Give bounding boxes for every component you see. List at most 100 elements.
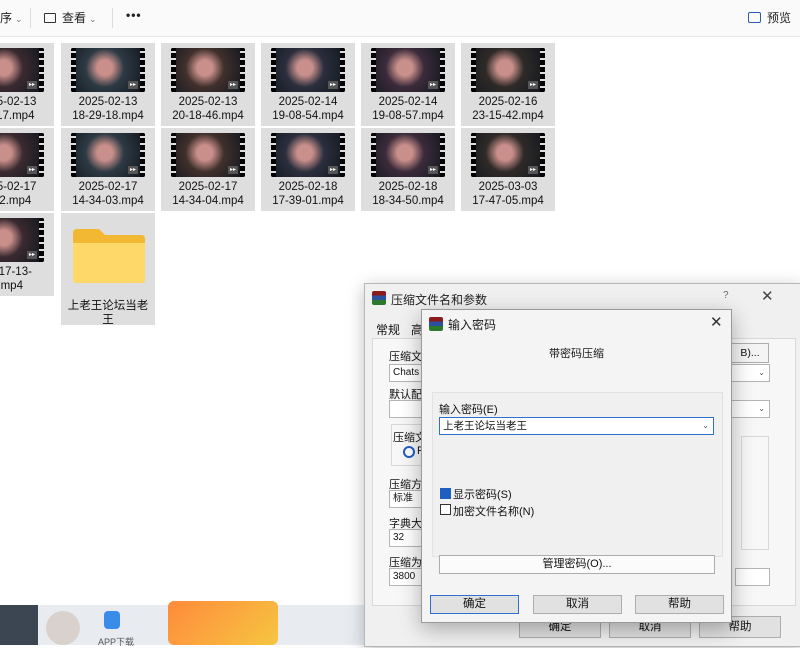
video-file-item[interactable]: ▸▸ 2025-02-17 14-34-03.mp4 xyxy=(61,128,155,211)
video-badge-icon: ▸▸ xyxy=(26,251,37,259)
manage-passwords-button[interactable]: 管理密码(O)... xyxy=(439,555,715,574)
preview-label: 预览 xyxy=(767,11,792,25)
gift-box-icon[interactable] xyxy=(168,601,278,645)
file-name: 上老王论坛当老 王 xyxy=(67,300,149,326)
tab-general[interactable]: 常规 xyxy=(376,321,400,338)
browse-button[interactable]: B)... xyxy=(731,343,769,363)
sort-button[interactable]: 序 ⌄ xyxy=(0,9,23,26)
file-name: 2025-02-14 19-08-57.mp4 xyxy=(372,96,444,122)
film-strip-icon xyxy=(240,133,245,177)
method-select[interactable]: 标准 xyxy=(389,490,424,508)
view-icon xyxy=(44,13,56,23)
dialog-title: 压缩文件名和参数 xyxy=(391,293,488,307)
chevron-down-icon: ⌄ xyxy=(758,368,765,377)
sort-label: 序 xyxy=(0,11,13,25)
video-file-item[interactable]: ▸▸ 2025-02-14 19-08-54.mp4 xyxy=(261,43,355,126)
file-name: 2025-02-13 20-18-46.mp4 xyxy=(172,96,244,122)
video-thumbnail: ▸▸ xyxy=(471,133,545,177)
video-thumbnail: ▸▸ xyxy=(471,48,545,92)
video-badge-icon: ▸▸ xyxy=(127,81,138,89)
password-label: 输入密码(E) xyxy=(439,404,498,416)
chevron-down-icon: ⌄ xyxy=(758,404,765,413)
video-badge-icon: ▸▸ xyxy=(427,166,438,174)
folder-item[interactable]: 上老王论坛当老 王 xyxy=(61,213,155,326)
update-mode-select[interactable]: ⌄ xyxy=(731,364,770,382)
show-password-label: 显示密码(S) xyxy=(453,489,512,501)
video-thumbnail: ▸▸ xyxy=(371,48,445,92)
close-icon[interactable]: ✕ xyxy=(761,287,774,305)
video-thumbnail: ▸▸ xyxy=(371,133,445,177)
file-name: 2025-02-14 19-08-54.mp4 xyxy=(272,96,344,122)
film-strip-icon xyxy=(39,48,44,92)
file-name: 2025-02-18 18-34-50.mp4 xyxy=(372,181,444,207)
format-radio[interactable] xyxy=(403,446,415,458)
file-name: 2025-02-17 4-02.mp4 xyxy=(0,181,37,207)
video-badge-icon: ▸▸ xyxy=(227,166,238,174)
video-thumbnail: ▸▸ xyxy=(71,48,145,92)
chevron-down-icon: ⌄ xyxy=(702,421,709,430)
winrar-icon xyxy=(429,317,443,331)
app-download-label: APP下载 xyxy=(98,637,135,647)
video-file-item[interactable]: ▸▸ 2025-03-03 17-47-05.mp4 xyxy=(461,128,555,211)
video-thumbnail: ▸▸ xyxy=(171,133,245,177)
film-strip-icon xyxy=(440,133,445,177)
video-thumbnail: ▸▸ xyxy=(271,133,345,177)
help-icon[interactable]: ? xyxy=(723,290,729,301)
file-name: 2025-03-03 17-47-05.mp4 xyxy=(472,181,544,207)
file-name: 2025-02-13 18-29-18.mp4 xyxy=(72,96,144,122)
film-strip-icon xyxy=(140,133,145,177)
cancel-button[interactable]: 取消 xyxy=(533,595,622,614)
video-file-item[interactable]: ▸▸ 2025-02-13 18-29-18.mp4 xyxy=(61,43,155,126)
file-name: 2025-02-13 19-17.mp4 xyxy=(0,96,37,122)
preview-button[interactable]: 预览 xyxy=(748,9,791,26)
encrypt-names-checkbox[interactable] xyxy=(440,504,451,515)
close-icon[interactable]: ✕ xyxy=(710,313,723,331)
ok-button[interactable]: 确定 xyxy=(430,595,519,614)
video-thumbnail: ▸▸ xyxy=(271,48,345,92)
dialog-title: 输入密码 xyxy=(448,318,497,332)
password-value: 上老王论坛当老王 xyxy=(443,420,527,432)
video-file-item[interactable]: ▸▸ 2025-02-18 17-39-01.mp4 xyxy=(261,128,355,211)
password-input[interactable]: 上老王论坛当老王 ⌄ xyxy=(439,417,714,435)
video-file-item[interactable]: ▸▸ 2025-02-14 19-08-57.mp4 xyxy=(361,43,455,126)
chevron-down-icon: ⌄ xyxy=(89,14,97,24)
film-strip-icon xyxy=(240,48,245,92)
video-file-item[interactable]: ▸▸ 2025-02-18 18-34-50.mp4 xyxy=(361,128,455,211)
show-password-checkbox[interactable] xyxy=(440,488,451,499)
video-thumbnail: ▸▸ xyxy=(171,48,245,92)
encrypt-names-label: 加密文件名称(N) xyxy=(453,506,535,518)
film-strip-icon xyxy=(39,133,44,177)
video-file-item[interactable]: ▸▸ 2025-02-13 20-18-46.mp4 xyxy=(161,43,255,126)
set-password-field[interactable] xyxy=(735,568,770,586)
archive-name-label: 压缩文 xyxy=(389,351,422,363)
film-strip-icon xyxy=(540,133,545,177)
dictionary-size-select[interactable]: 32 xyxy=(389,529,424,547)
video-badge-icon: ▸▸ xyxy=(427,81,438,89)
winrar-icon xyxy=(372,291,386,305)
profile-select[interactable] xyxy=(389,400,424,418)
app-download-icon[interactable] xyxy=(104,611,120,629)
file-name: 2025-02-18 17-39-01.mp4 xyxy=(272,181,344,207)
video-thumbnail: ▸▸ xyxy=(71,133,145,177)
video-file-item[interactable]: ▸▸ 2025-02-16 23-15-42.mp4 xyxy=(461,43,555,126)
video-thumbnail: ▸▸ xyxy=(0,218,44,262)
file-name: 02-17-13- 7.mp4 xyxy=(0,266,32,292)
password-dialog: 输入密码 ✕ 带密码压缩 输入密码(E) 上老王论坛当老王 ⌄ 显示密码(S) … xyxy=(421,309,732,623)
more-options-button[interactable]: ••• xyxy=(126,8,142,22)
video-file-item[interactable]: ▸▸ 2025-02-17 4-02.mp4 xyxy=(0,128,54,211)
video-badge-icon: ▸▸ xyxy=(26,166,37,174)
film-strip-icon xyxy=(39,218,44,262)
avatar[interactable] xyxy=(46,611,80,645)
video-file-item[interactable]: ▸▸ 02-17-13- 7.mp4 xyxy=(0,213,54,296)
video-thumbnail: ▸▸ xyxy=(0,133,44,177)
video-file-item[interactable]: ▸▸ 2025-02-13 19-17.mp4 xyxy=(0,43,54,126)
video-badge-icon: ▸▸ xyxy=(26,81,37,89)
settings-icon[interactable] xyxy=(0,605,38,645)
video-badge-icon: ▸▸ xyxy=(327,166,338,174)
video-badge-icon: ▸▸ xyxy=(127,166,138,174)
help-button[interactable]: 帮助 xyxy=(635,595,724,614)
view-button[interactable]: 查看 ⌄ xyxy=(44,9,97,26)
options-select[interactable]: ⌄ xyxy=(731,400,770,418)
split-volume-select[interactable]: 3800 xyxy=(389,568,424,586)
video-file-item[interactable]: ▸▸ 2025-02-17 14-34-04.mp4 xyxy=(161,128,255,211)
